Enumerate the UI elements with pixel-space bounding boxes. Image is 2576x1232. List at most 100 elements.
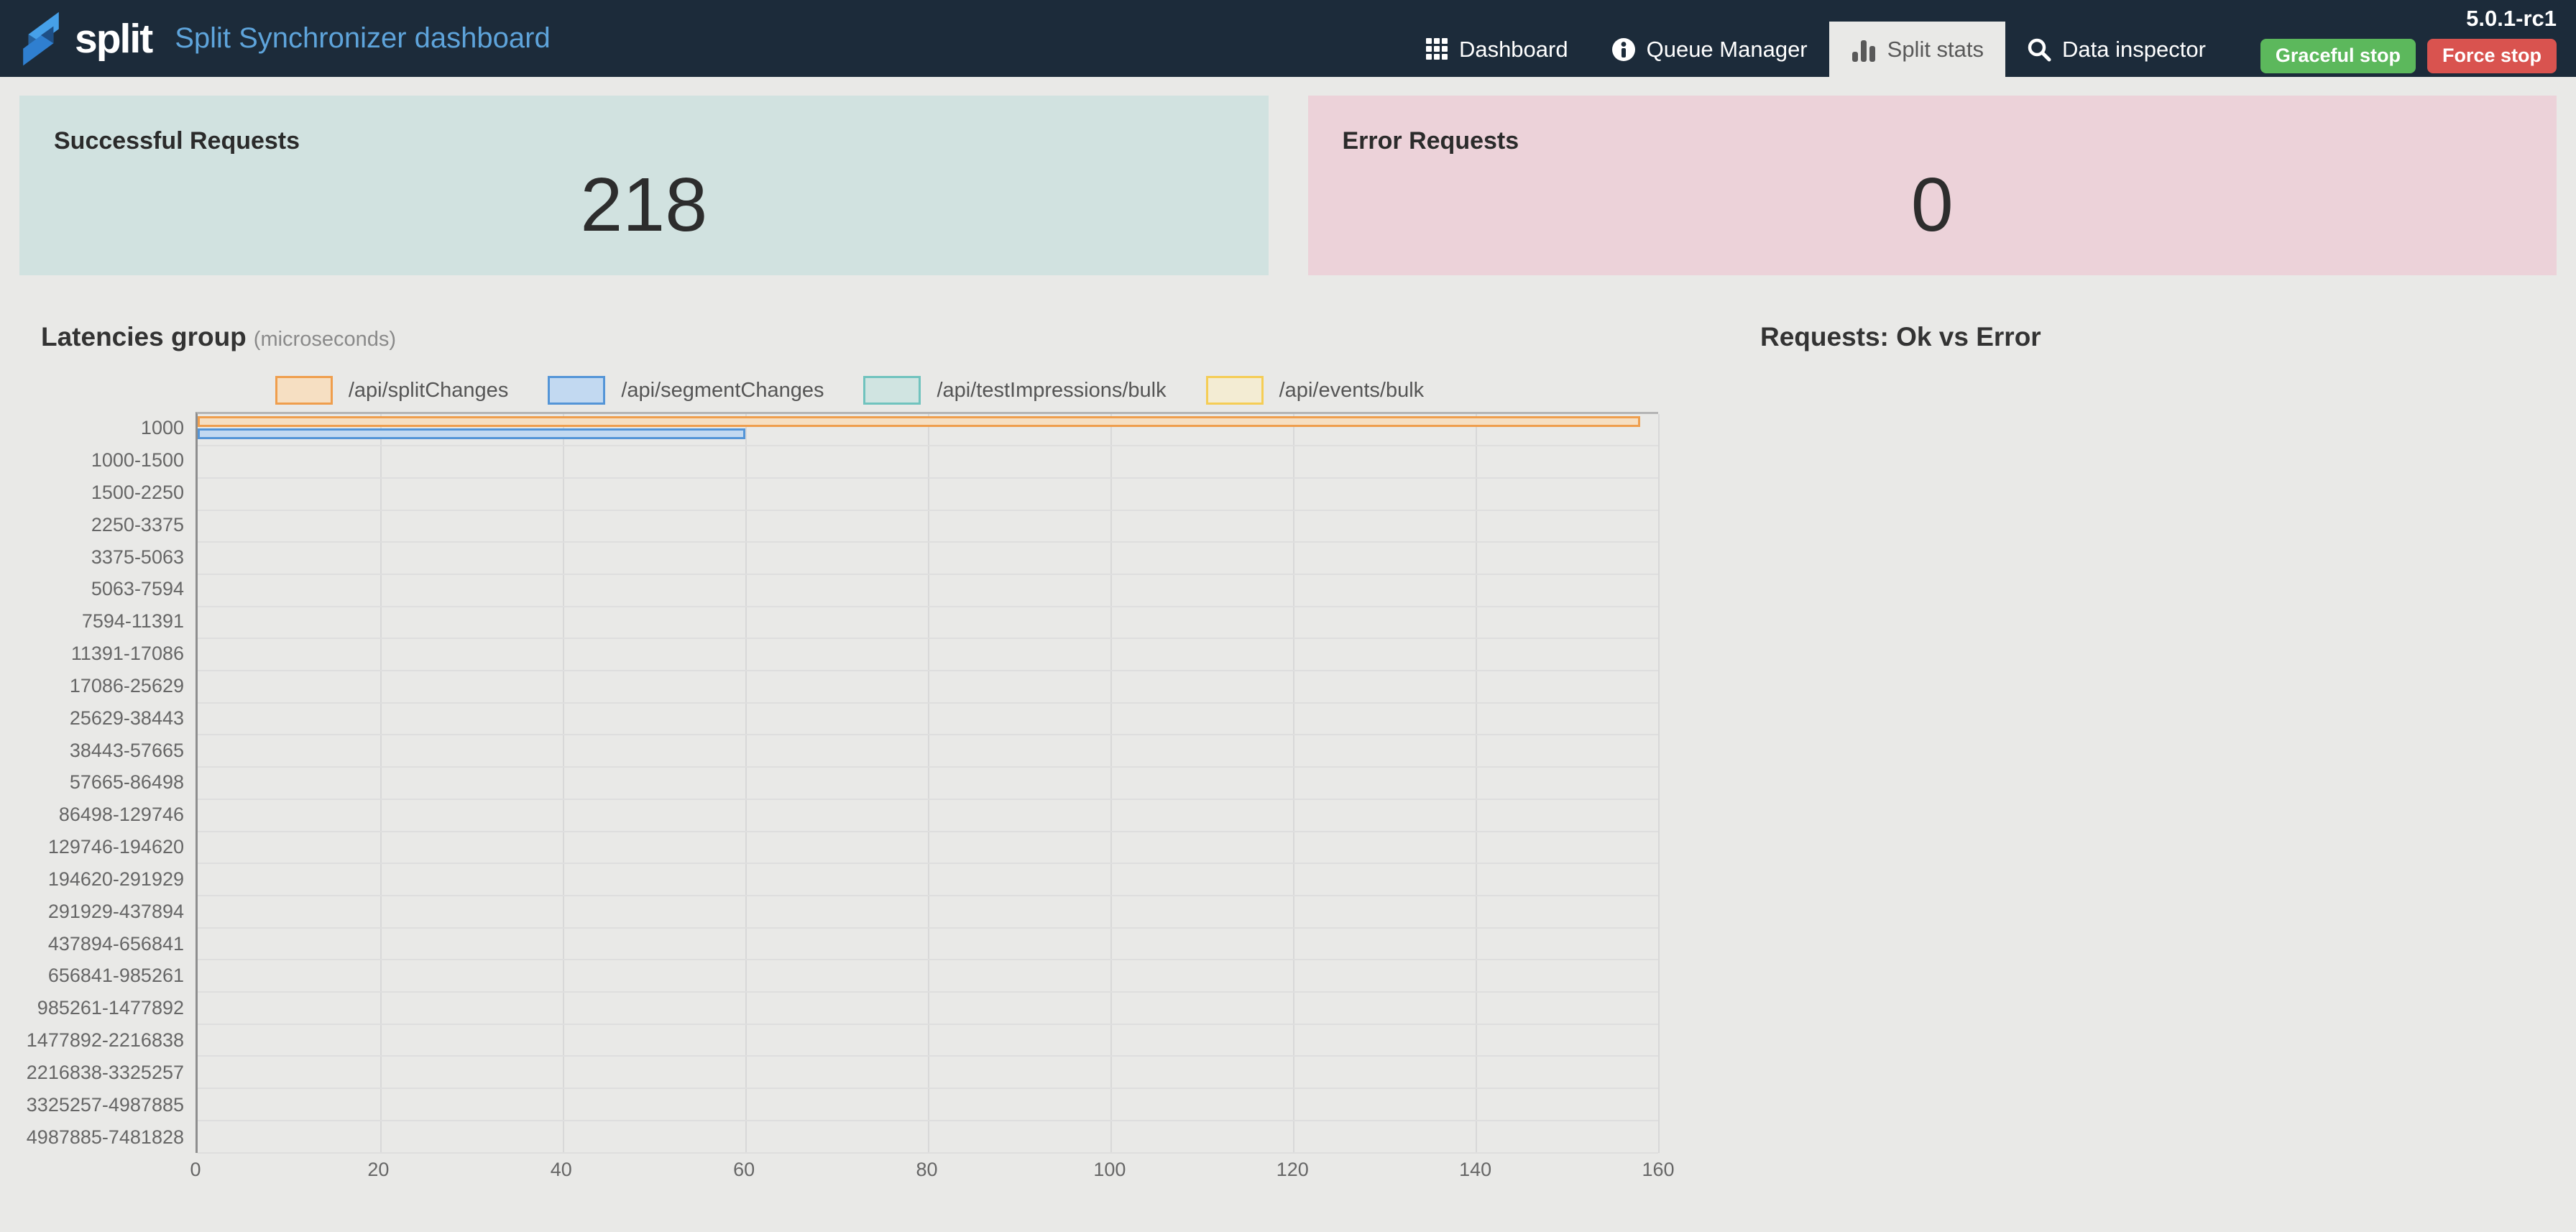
legend-item[interactable]: /api/splitChanges	[275, 376, 508, 405]
y-axis-label: 86498-129746	[41, 799, 196, 831]
chart-row	[198, 446, 1658, 479]
nav-item-label: Queue Manager	[1647, 37, 1808, 63]
requests-title: Requests: Ok vs Error	[1760, 321, 2041, 353]
nav-item-label: Dashboard	[1459, 37, 1568, 63]
chart-legend: /api/splitChanges/api/segmentChanges/api…	[41, 376, 1658, 405]
nav-menu: Dashboard Queue Manager Sp	[1404, 0, 2227, 77]
chart-row	[198, 993, 1658, 1025]
chart-row	[198, 864, 1658, 896]
navbar: split Split Synchronizer dashboard Dashb…	[0, 0, 2576, 77]
nav-item-queue-manager[interactable]: Queue Manager	[1590, 22, 1829, 77]
y-axis-label: 194620-291929	[41, 863, 196, 896]
x-axis-label: 40	[551, 1159, 572, 1181]
y-axis-label: 291929-437894	[41, 896, 196, 928]
latency-bar	[198, 416, 1640, 427]
y-axis-label: 985261-1477892	[41, 992, 196, 1024]
y-axis-label: 5063-7594	[41, 574, 196, 606]
y-axis-label: 1000	[41, 412, 196, 444]
chart-row	[198, 1057, 1658, 1089]
y-axis-label: 437894-656841	[41, 928, 196, 960]
chart-row	[198, 671, 1658, 704]
latencies-section: Latencies group(microseconds) /api/split…	[0, 321, 1658, 1187]
page-title: Split Synchronizer dashboard	[175, 22, 551, 55]
legend-label: /api/segmentChanges	[621, 379, 824, 403]
legend-swatch	[548, 376, 605, 405]
card-title: Successful Requests	[54, 127, 1234, 155]
chart-row	[198, 800, 1658, 832]
latency-bar	[198, 428, 745, 439]
latencies-title-unit: (microseconds)	[254, 328, 396, 351]
x-axis-label: 20	[367, 1159, 389, 1181]
brand: split Split Synchronizer dashboard	[19, 0, 551, 77]
chart-row	[198, 1089, 1658, 1121]
brand-name: split	[75, 15, 152, 63]
version-label: 5.0.1-rc1	[2466, 7, 2557, 29]
graceful-stop-button[interactable]: Graceful stop	[2260, 39, 2416, 73]
successful-requests-card: Successful Requests 218	[19, 96, 1269, 275]
chart-row	[198, 832, 1658, 865]
y-axis-label: 2216838-3325257	[41, 1057, 196, 1089]
x-axis-label: 140	[1459, 1159, 1491, 1181]
chart-row	[198, 1025, 1658, 1057]
legend-item[interactable]: /api/testImpressions/bulk	[863, 376, 1166, 405]
nav-item-label: Data inspector	[2062, 37, 2206, 63]
x-axis-label: 80	[916, 1159, 937, 1181]
nav-item-dashboard[interactable]: Dashboard	[1404, 22, 1590, 77]
legend-label: /api/splitChanges	[349, 379, 508, 403]
requests-section: Requests: Ok vs Error	[1760, 321, 2041, 1187]
force-stop-button[interactable]: Force stop	[2427, 39, 2557, 73]
chart-row	[198, 479, 1658, 511]
split-logo-icon	[19, 11, 63, 67]
error-requests-card: Error Requests 0	[1308, 96, 2557, 275]
stat-cards: Successful Requests 218 Error Requests 0	[19, 96, 2557, 275]
y-axis-label: 1000-1500	[41, 444, 196, 477]
chart-row	[198, 639, 1658, 671]
page: split Split Synchronizer dashboard Dashb…	[0, 0, 2576, 1232]
x-axis-label: 100	[1093, 1159, 1126, 1181]
navbar-controls: 5.0.1-rc1 Graceful stop Force stop	[2260, 7, 2557, 77]
chart-row	[198, 704, 1658, 736]
y-axis-label: 1500-2250	[41, 477, 196, 509]
y-axis-labels: 10001000-15001500-22502250-33753375-5063…	[41, 412, 196, 1153]
legend-label: /api/testImpressions/bulk	[937, 379, 1166, 403]
chart-row	[198, 414, 1658, 446]
y-axis-label: 3375-5063	[41, 541, 196, 574]
chart-row	[198, 929, 1658, 961]
y-axis-label: 57665-86498	[41, 767, 196, 799]
legend-swatch	[863, 376, 921, 405]
successful-requests-value: 218	[54, 167, 1234, 243]
chart-row	[198, 735, 1658, 768]
chart-row	[198, 768, 1658, 800]
legend-swatch	[275, 376, 333, 405]
y-axis-label: 3325257-4987885	[41, 1089, 196, 1121]
latencies-chart: 10001000-15001500-22502250-33753375-5063…	[41, 412, 1658, 1153]
chart-plot-area	[196, 412, 1658, 1153]
y-axis-label: 2250-3375	[41, 509, 196, 541]
nav-item-label: Split stats	[1887, 37, 1984, 63]
chart-row	[198, 1121, 1658, 1154]
stop-buttons: Graceful stop Force stop	[2260, 39, 2557, 73]
y-axis-label: 17086-25629	[41, 670, 196, 702]
y-axis-label: 656841-985261	[41, 960, 196, 992]
latencies-title: Latencies group(microseconds)	[41, 321, 1658, 353]
main-content: Latencies group(microseconds) /api/split…	[0, 321, 2576, 1187]
legend-item[interactable]: /api/segmentChanges	[548, 376, 824, 405]
y-axis-label: 1477892-2216838	[41, 1024, 196, 1057]
chart-rows	[198, 414, 1658, 1153]
nav-item-data-inspector[interactable]: Data inspector	[2005, 22, 2227, 77]
y-axis-label: 4987885-7481828	[41, 1121, 196, 1154]
grid-icon	[1426, 38, 1448, 60]
y-axis-label: 11391-17086	[41, 638, 196, 670]
legend-label: /api/events/bulk	[1279, 379, 1425, 403]
x-axis-label: 120	[1276, 1159, 1309, 1181]
x-axis-label: 60	[733, 1159, 755, 1181]
error-requests-value: 0	[1343, 167, 2523, 243]
bar-chart-icon	[1851, 37, 1877, 62]
info-circle-icon	[1611, 37, 1636, 62]
legend-item[interactable]: /api/events/bulk	[1206, 376, 1425, 405]
y-axis-label: 25629-38443	[41, 702, 196, 735]
y-axis-label: 129746-194620	[41, 831, 196, 863]
legend-swatch	[1206, 376, 1264, 405]
nav-item-split-stats[interactable]: Split stats	[1829, 22, 2005, 77]
chart-row	[198, 607, 1658, 640]
